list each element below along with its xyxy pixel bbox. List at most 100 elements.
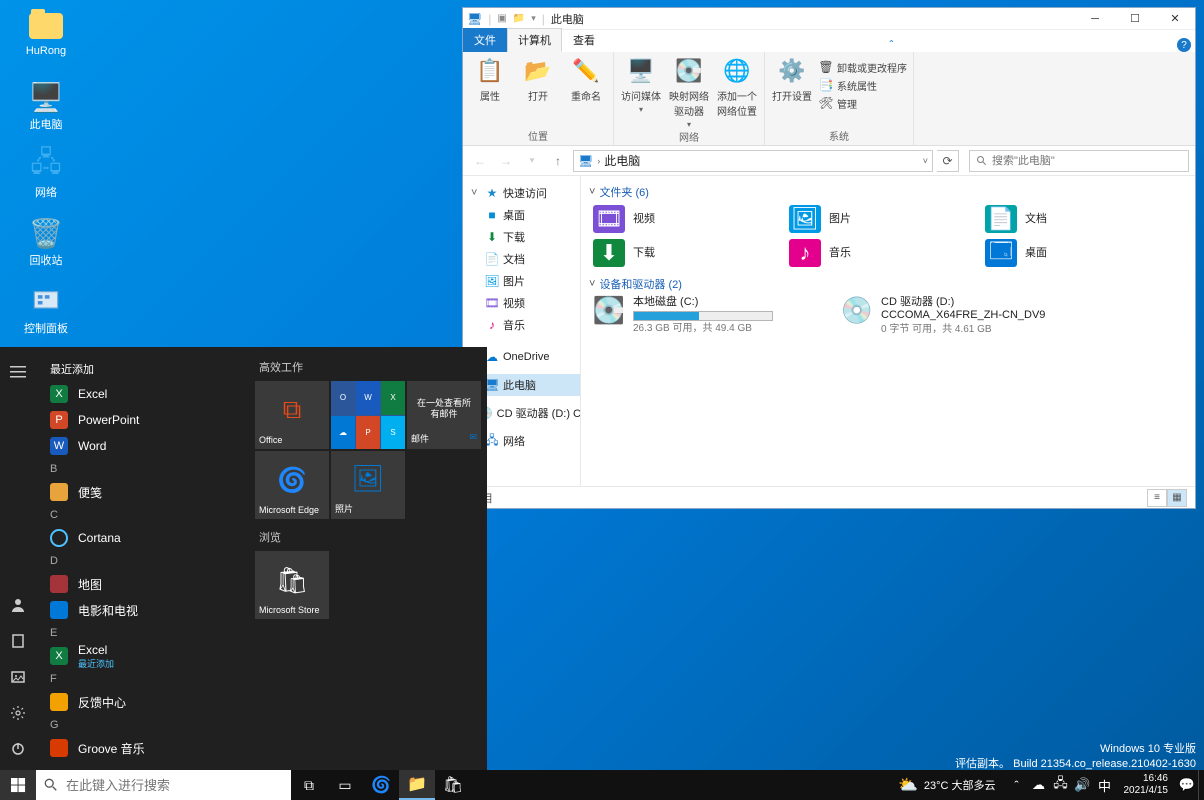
ribbon-collapse-icon[interactable]: ˆ — [884, 38, 900, 52]
start-app-item[interactable]: 反馈中心 — [42, 689, 245, 715]
folder-item[interactable]: ♪音乐 — [785, 236, 973, 270]
tray-network-icon[interactable]: 🖧 — [1050, 774, 1072, 796]
taskbar-edge[interactable]: 🌀 — [363, 770, 399, 800]
drive-item[interactable]: 💿CD 驱动器 (D:)CCCOMA_X64FRE_ZH-CN_DV90 字节 … — [837, 294, 1077, 336]
folder-item[interactable]: 📄文档 — [981, 202, 1169, 236]
nav-downloads[interactable]: ⬇下载 — [463, 226, 580, 248]
view-tiles[interactable]: ▦ — [1167, 489, 1187, 507]
desktop-icon-network[interactable]: 🖧网络 — [10, 149, 82, 209]
taskbar-clock[interactable]: 16:462021/4/15 — [1116, 773, 1177, 797]
qat-properties-icon[interactable]: ▣ — [497, 13, 506, 24]
address-dropdown-icon[interactable]: ˅ — [923, 156, 928, 166]
desktop-icon-recycle-bin[interactable]: 🗑️回收站 — [10, 217, 82, 277]
start-button[interactable] — [0, 770, 36, 800]
ime-indicator[interactable]: 中 — [1094, 776, 1116, 795]
ribbon-sys-props[interactable]: 📑系统属性 — [819, 76, 907, 94]
letter-E[interactable]: E — [42, 623, 245, 643]
start-settings-button[interactable] — [0, 698, 36, 728]
ribbon-open-settings[interactable]: ⚙️打开设置 — [771, 56, 813, 103]
start-user-button[interactable] — [0, 590, 36, 620]
ribbon-add-location[interactable]: 🌐添加一个网络位置 — [716, 56, 758, 118]
tray-volume-icon[interactable]: 🔊 — [1072, 777, 1094, 793]
ribbon-properties[interactable]: 📋属性 — [469, 56, 511, 103]
maximize-button[interactable]: ☐ — [1115, 8, 1155, 30]
desktop-icon-control-panel[interactable]: 控制面板 — [10, 285, 82, 345]
nav-pictures[interactable]: 🖼图片 — [463, 270, 580, 292]
start-app-item[interactable]: Groove 音乐 — [42, 735, 245, 761]
tab-file[interactable]: 文件 — [463, 28, 507, 52]
drive-item[interactable]: 💽本地磁盘 (C:)26.3 GB 可用，共 49.4 GB — [589, 294, 829, 336]
start-app-item[interactable]: 便笺 — [42, 479, 245, 505]
weather-widget[interactable]: ⛅ 23°C 大部多云 — [888, 775, 1006, 795]
show-desktop-button[interactable] — [1198, 770, 1204, 800]
section-folders[interactable]: ˅文件夹 (6) — [589, 182, 1187, 202]
start-expand-button[interactable] — [0, 357, 36, 387]
widgets-button[interactable]: ▭ — [327, 770, 363, 800]
ribbon-manage[interactable]: 🛠管理 — [819, 94, 907, 112]
address-bar[interactable]: 🖥 › 此电脑 ˅ — [573, 150, 933, 172]
nav-recent[interactable]: ▾ — [521, 150, 543, 172]
start-app-item[interactable]: 电影和电视 — [42, 597, 245, 623]
nav-back[interactable]: ← — [469, 150, 491, 172]
taskbar-explorer[interactable]: 📁 — [399, 770, 435, 800]
taskbar-store[interactable]: 🛍 — [435, 770, 471, 800]
ribbon-rename[interactable]: ✏️重命名 — [565, 56, 607, 103]
nav-desktop[interactable]: ■桌面 — [463, 204, 580, 226]
desktop-icon-this-pc[interactable]: 🖥️此电脑 — [10, 81, 82, 141]
tile-mail[interactable]: 在一处查看所有邮件邮件✉ — [407, 381, 481, 449]
nav-videos[interactable]: 🎞视频 — [463, 292, 580, 314]
nav-up[interactable]: ↑ — [547, 150, 569, 172]
tile-office[interactable]: ⧉Office — [255, 381, 329, 449]
letter-D[interactable]: D — [42, 551, 245, 571]
desktop-icon-folder[interactable]: HuRong — [10, 13, 82, 73]
tile-edge[interactable]: 🌀Microsoft Edge — [255, 451, 329, 519]
letter-F[interactable]: F — [42, 669, 245, 689]
folder-item[interactable]: 🗔桌面 — [981, 236, 1169, 270]
notifications-button[interactable]: 💬 — [1176, 777, 1198, 793]
letter-B[interactable]: B — [42, 459, 245, 479]
tab-computer[interactable]: 计算机 — [507, 28, 562, 52]
tab-view[interactable]: 查看 — [562, 28, 606, 52]
close-button[interactable]: ✕ — [1155, 8, 1195, 30]
start-app-item[interactable]: Cortana — [42, 525, 245, 551]
minimize-button[interactable]: ─ — [1075, 8, 1115, 30]
start-app-item[interactable]: XExcel最近添加 — [42, 643, 245, 669]
ribbon-map-drive[interactable]: 💽映射网络驱动器▾ — [668, 56, 710, 129]
section-drives[interactable]: ˅设备和驱动器 (2) — [589, 274, 1187, 294]
start-app-item[interactable]: PPowerPoint — [42, 407, 245, 433]
help-icon[interactable]: ? — [1177, 38, 1191, 52]
explorer-search[interactable] — [969, 150, 1189, 172]
folder-item[interactable]: 🖼图片 — [785, 202, 973, 236]
ribbon-uninstall[interactable]: 🗑卸载或更改程序 — [819, 58, 907, 76]
view-details[interactable]: ≡ — [1147, 489, 1167, 507]
start-documents-button[interactable] — [0, 626, 36, 656]
start-app-item[interactable]: WWord — [42, 433, 245, 459]
ribbon-open[interactable]: 📂打开 — [517, 56, 559, 103]
refresh-button[interactable]: ⟳ — [937, 150, 959, 172]
taskbar-search[interactable] — [36, 770, 291, 800]
start-pictures-button[interactable] — [0, 662, 36, 692]
tile-photos[interactable]: 🖼照片 — [331, 451, 405, 519]
ribbon-access-media[interactable]: 🖥️访问媒体▾ — [620, 56, 662, 114]
start-app-item[interactable]: XExcel — [42, 381, 245, 407]
explorer-search-input[interactable] — [992, 155, 1182, 167]
tile-store[interactable]: 🛍Microsoft Store — [255, 551, 329, 619]
nav-forward[interactable]: → — [495, 150, 517, 172]
folder-item[interactable]: 🎞视频 — [589, 202, 777, 236]
nav-music[interactable]: ♪音乐 — [463, 314, 580, 336]
start-power-button[interactable] — [0, 734, 36, 764]
qat-dropdown-icon[interactable]: ▾ — [531, 13, 536, 24]
folder-item[interactable]: ⬇下载 — [589, 236, 777, 270]
qat-folder-icon[interactable]: 📁 — [513, 13, 525, 24]
task-view-button[interactable]: ⧉ — [291, 770, 327, 800]
taskbar-search-input[interactable] — [66, 778, 283, 793]
start-app-item[interactable]: 地图 — [42, 571, 245, 597]
tile-office-suite[interactable]: O W X ☁ P S — [331, 381, 405, 449]
nav-quick-access[interactable]: ˅★快速访问 — [463, 182, 580, 204]
letter-C[interactable]: C — [42, 505, 245, 525]
tray-expand[interactable]: ˆ — [1006, 778, 1028, 793]
letter-G[interactable]: G — [42, 715, 245, 735]
nav-documents[interactable]: 📄文档 — [463, 248, 580, 270]
tray-onedrive-icon[interactable]: ☁ — [1028, 777, 1050, 793]
breadcrumb[interactable]: 此电脑 — [604, 152, 640, 169]
